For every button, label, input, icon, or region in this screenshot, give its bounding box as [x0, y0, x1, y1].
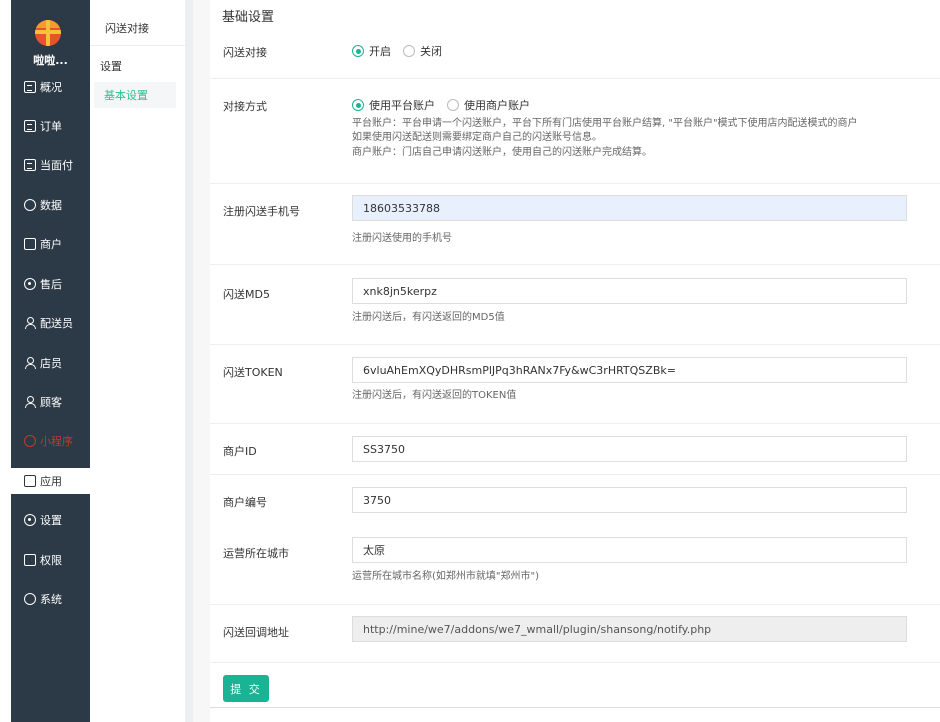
- subnav-group-settings[interactable]: 设置: [100, 58, 122, 74]
- sidebar-item-aftersale[interactable]: 售后: [11, 271, 90, 297]
- sidebar-item-data[interactable]: 数据: [11, 192, 90, 218]
- sidebar-item-facepay[interactable]: 当面付: [11, 152, 90, 178]
- radio-checked-icon: [352, 99, 364, 111]
- callback-url-input[interactable]: http://mine/we7/addons/we7_wmall/plugin/…: [352, 616, 907, 642]
- field-label: 商户编号: [223, 496, 267, 509]
- sidebar-item-deliveryman[interactable]: 配送员: [11, 310, 90, 336]
- radio-enable-on[interactable]: 开启: [352, 43, 391, 59]
- md5-input[interactable]: xnk8jn5kerpz: [352, 278, 907, 304]
- divider: [210, 707, 940, 708]
- settings-form: 基础设置 闪送对接 开启 关闭 对接方式 使用平台账户 使用商户账户 平台账户：…: [210, 0, 940, 708]
- brand-logo[interactable]: [35, 20, 61, 46]
- subnav-title: 闪送对接: [90, 10, 185, 46]
- sidebar-item-label: 系统: [40, 593, 62, 606]
- phone-input[interactable]: 18603533788: [352, 195, 907, 221]
- city-input[interactable]: 太原: [352, 537, 907, 563]
- sidebar-item-merchant[interactable]: 商户: [11, 231, 90, 257]
- field-label: 运营所在城市: [223, 547, 289, 560]
- clerk-icon: [24, 357, 36, 369]
- sidebar-item-system[interactable]: 系统: [11, 586, 90, 612]
- radio-label: 开启: [369, 45, 391, 58]
- divider: [210, 423, 940, 424]
- sidebar-item-settings[interactable]: 设置: [11, 507, 90, 533]
- help-text: 注册闪送后，有闪送返回的MD5值: [352, 312, 505, 323]
- divider: [210, 78, 940, 79]
- sidebar-item-label: 订单: [40, 120, 62, 133]
- sidebar-item-label: 应用: [40, 475, 62, 488]
- aftersale-icon: [24, 278, 36, 290]
- sidebar-item-label: 小程序: [40, 435, 73, 448]
- sidebar-item-permissions[interactable]: 权限: [11, 547, 90, 573]
- field-label: 闪送对接: [223, 46, 267, 59]
- sidebar-item-label: 配送员: [40, 317, 73, 330]
- system-icon: [24, 593, 36, 605]
- sidebar-item-customer[interactable]: 顾客: [11, 389, 90, 415]
- radio-label: 关闭: [420, 45, 442, 58]
- field-label: 商户ID: [223, 445, 257, 458]
- main-sidebar: 啦啦... 概况 订单 当面付 数据 商户 售后 配送员 店员 顾客 小程序 应…: [11, 0, 90, 722]
- field-label: 闪送TOKEN: [223, 366, 283, 379]
- sub-sidebar: 闪送对接 设置 基本设置: [90, 0, 185, 722]
- token-input[interactable]: 6vluAhEmXQyDHRsmPlJPq3hRANx7Fy&wC3rHRTQS…: [352, 357, 907, 383]
- sidebar-item-label: 设置: [40, 514, 62, 527]
- divider: [210, 474, 940, 475]
- submit-button[interactable]: 提 交: [223, 675, 269, 702]
- divider: [210, 604, 940, 605]
- order-icon: [24, 120, 36, 132]
- sidebar-item-label: 店员: [40, 357, 62, 370]
- lock-icon: [24, 554, 36, 566]
- help-text: 注册闪送后，有闪送返回的TOKEN值: [352, 390, 517, 401]
- section-title: 基础设置: [222, 10, 275, 25]
- customer-icon: [24, 396, 36, 408]
- radio-unchecked-icon: [447, 99, 459, 111]
- divider: [210, 344, 940, 345]
- sidebar-item-apps[interactable]: 应用: [11, 468, 90, 494]
- field-label: 对接方式: [223, 100, 267, 113]
- help-text: 平台账户：平台申请一个闪送账户，平台下所有门店使用平台账户结算, "平台账户"模…: [352, 118, 858, 129]
- apps-icon: [24, 475, 36, 487]
- sidebar-item-label: 售后: [40, 278, 62, 291]
- sidebar-item-label: 商户: [40, 238, 62, 251]
- merchant-id-input[interactable]: SS3750: [352, 436, 907, 462]
- sidebar-item-label: 当面付: [40, 159, 73, 172]
- sidebar-item-miniprogram[interactable]: 小程序: [11, 428, 90, 454]
- radio-label: 使用平台账户: [369, 99, 435, 112]
- divider: [210, 264, 940, 265]
- brand-name[interactable]: 啦啦...: [11, 52, 90, 68]
- radio-label: 使用商户账户: [464, 99, 530, 112]
- radio-unchecked-icon: [403, 45, 415, 57]
- sidebar-item-label: 权限: [40, 554, 62, 567]
- help-text: 运营所在城市名称(如郑州市就填"郑州市"): [352, 571, 540, 582]
- field-label: 注册闪送手机号: [223, 205, 300, 218]
- sidebar-item-label: 顾客: [40, 396, 62, 409]
- radio-enable-off[interactable]: 关闭: [403, 43, 442, 59]
- overview-icon: [24, 81, 36, 93]
- sidebar-item-clerk[interactable]: 店员: [11, 350, 90, 376]
- deliveryman-icon: [24, 317, 36, 329]
- sidebar-item-overview[interactable]: 概况: [11, 74, 90, 100]
- radio-merchant-account[interactable]: 使用商户账户: [447, 97, 530, 113]
- divider: [210, 183, 940, 184]
- divider: [210, 662, 940, 663]
- radio-checked-icon: [352, 45, 364, 57]
- field-label: 闪送MD5: [223, 288, 270, 301]
- sidebar-item-label: 概况: [40, 81, 62, 94]
- pay-icon: [24, 159, 36, 171]
- chart-icon: [24, 199, 36, 211]
- miniprogram-icon: [24, 435, 36, 447]
- merchant-no-input[interactable]: 3750: [352, 487, 907, 513]
- radio-platform-account[interactable]: 使用平台账户: [352, 97, 435, 113]
- divider: [193, 0, 210, 722]
- help-text: 注册闪送使用的手机号: [352, 233, 452, 244]
- help-text: 商户账户：门店自己申请闪送账户，使用自己的闪送账户完成结算。: [352, 147, 652, 158]
- help-text: 如果使用闪送配送则需要绑定商户自己的闪送账号信息。: [352, 132, 602, 143]
- sidebar-item-label: 数据: [40, 199, 62, 212]
- field-label: 闪送回调地址: [223, 626, 289, 639]
- gear-icon: [24, 514, 36, 526]
- store-icon: [24, 238, 36, 250]
- sidebar-item-orders[interactable]: 订单: [11, 113, 90, 139]
- divider: [185, 0, 193, 722]
- subnav-item-basic-settings[interactable]: 基本设置: [94, 82, 176, 108]
